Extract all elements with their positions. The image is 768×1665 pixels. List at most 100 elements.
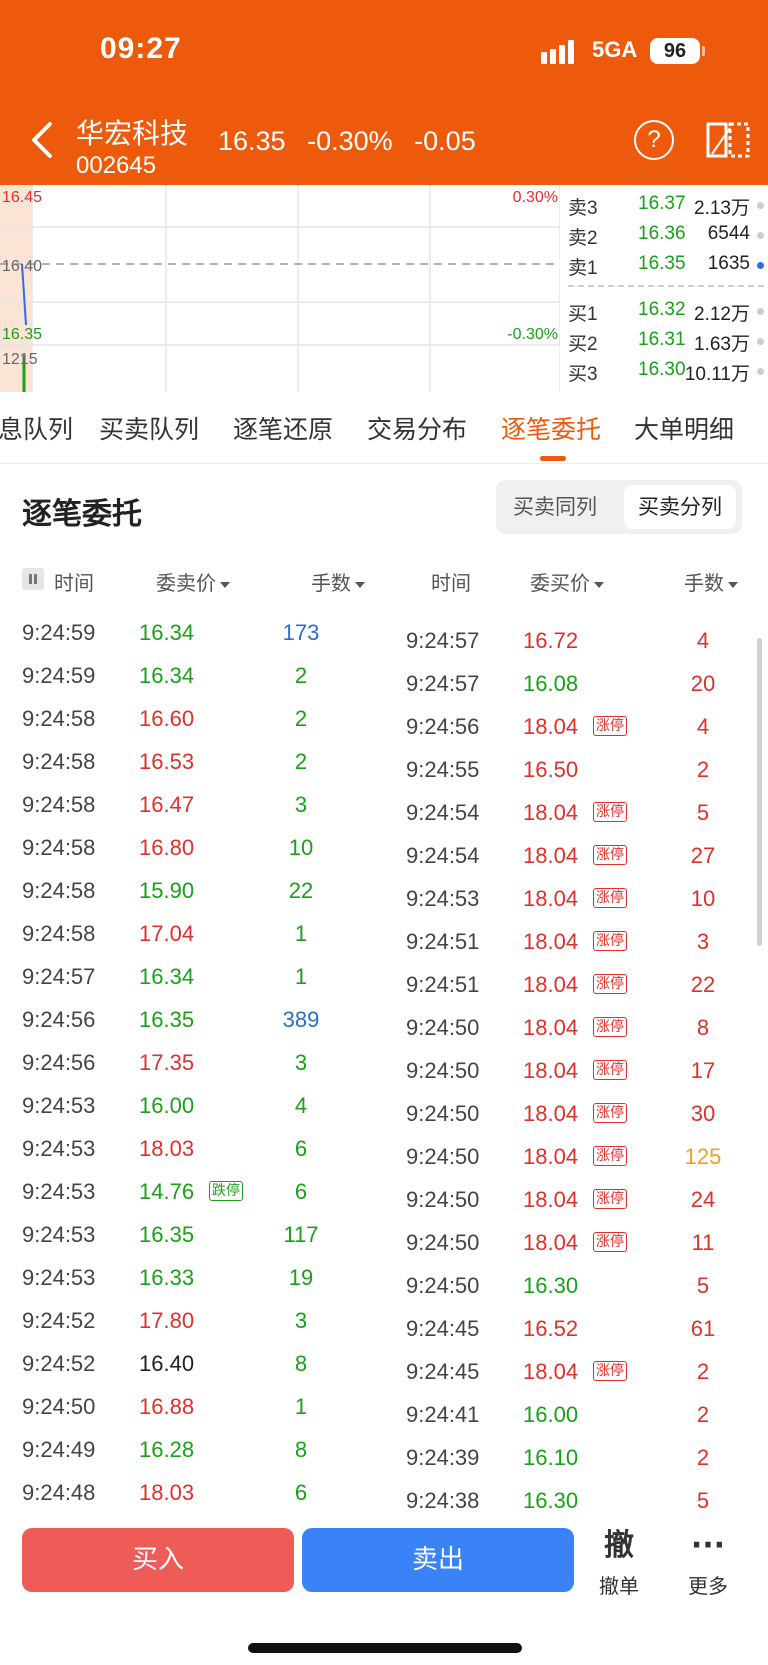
tab-trade-distribution[interactable]: 交易分布 [367, 410, 467, 446]
ask-price: 16.37 [638, 193, 686, 214]
tab-tick-orders[interactable]: 逐笔委托 [501, 410, 601, 446]
col-sell-qty[interactable]: 手数 [311, 567, 365, 596]
order-row: 9:24:56 17.35 3 [22, 1042, 362, 1082]
order-time: 9:24:53 [22, 1136, 96, 1161]
tab-tick-restore[interactable]: 逐笔还原 [233, 410, 333, 446]
col-buy-price[interactable]: 委买价 [530, 567, 604, 596]
bid-row-3[interactable]: 买3 16.30 10.11万 [568, 355, 764, 385]
chart-grid [0, 185, 560, 392]
order-time: 9:24:55 [406, 757, 480, 782]
limit-up-badge: 涨停 [593, 1361, 627, 1381]
tab-bid-ask-queue[interactable]: 买卖队列 [99, 410, 199, 446]
order-qty: 1 [294, 964, 308, 989]
order-qty: 1 [294, 921, 308, 946]
bid-row-2[interactable]: 买2 16.31 1.63万 [568, 325, 764, 355]
limit-up-badge: 涨停 [593, 1060, 627, 1080]
order-row: 9:24:50 18.04 涨停 24 [406, 1179, 746, 1219]
order-row: 9:24:58 15.90 22 [22, 870, 362, 910]
ask-row-3[interactable]: 卖3 16.37 2.13万 [568, 189, 764, 219]
order-qty: 2 [696, 1445, 710, 1470]
order-price: 18.04 [523, 714, 579, 739]
order-row: 9:24:54 18.04 涨停 5 [406, 792, 746, 832]
pause-icon[interactable] [22, 568, 44, 590]
order-time: 9:24:59 [22, 663, 96, 688]
back-arrow-icon[interactable] [24, 118, 64, 162]
limit-up-badge: 涨停 [593, 716, 627, 736]
order-row: 9:24:57 16.34 1 [22, 956, 362, 996]
order-row: 9:24:52 17.80 3 [22, 1300, 362, 1340]
ask-row-2[interactable]: 卖2 16.36 6544 [568, 219, 764, 249]
order-price: 18.03 [139, 1136, 195, 1161]
sort-caret-icon [594, 581, 604, 588]
order-qty: 1 [294, 1394, 308, 1419]
order-row: 9:24:50 16.30 5 [406, 1265, 746, 1305]
order-time: 9:24:53 [22, 1093, 96, 1118]
order-time: 9:24:53 [22, 1222, 96, 1247]
col-sell-time: 时间 [54, 571, 94, 595]
ask-dot [757, 232, 764, 239]
order-price: 16.34 [139, 663, 195, 688]
order-row: 9:24:50 18.04 涨停 125 [406, 1136, 746, 1176]
order-qty: 61 [690, 1316, 716, 1341]
order-qty: 5 [696, 1273, 710, 1298]
order-time: 9:24:53 [22, 1179, 96, 1204]
cancel-label: 撤单 [599, 1574, 639, 1598]
more-button[interactable]: ··· 更多 [673, 1526, 743, 1599]
col-sell-qty-label: 手数 [311, 571, 351, 595]
order-time: 9:24:54 [406, 843, 480, 868]
bid-dot [757, 338, 764, 345]
toggle-split-column[interactable]: 买卖分列 [624, 485, 736, 529]
section-title: 逐笔委托 [22, 497, 142, 532]
order-price: 16.35 [139, 1222, 195, 1247]
bid-row-1[interactable]: 买1 16.32 2.12万 [568, 295, 764, 325]
order-row: 9:24:50 16.88 1 [22, 1386, 362, 1426]
order-row: 9:24:53 16.33 19 [22, 1257, 362, 1297]
order-price: 16.30 [523, 1488, 579, 1513]
tab-large-orders[interactable]: 大单明细 [634, 410, 734, 446]
sell-button[interactable]: 卖出 [302, 1528, 574, 1592]
order-price: 16.00 [139, 1093, 195, 1118]
order-row: 9:24:59 16.34 173 [22, 612, 362, 652]
order-price: 16.50 [523, 757, 579, 782]
help-icon[interactable]: ? [634, 120, 674, 160]
order-time: 9:24:39 [406, 1445, 480, 1470]
order-qty: 4 [696, 714, 710, 739]
network-type: 5GA [592, 37, 638, 62]
scrollbar[interactable] [757, 638, 762, 946]
col-sell-price[interactable]: 委卖价 [156, 567, 230, 596]
order-qty: 117 [283, 1222, 319, 1247]
cancel-order-button[interactable]: 撤 撤单 [584, 1526, 654, 1599]
order-row: 9:24:41 16.00 2 [406, 1394, 746, 1434]
tab-info-queue[interactable]: 息队列 [0, 410, 73, 446]
order-price: 18.04 [523, 1359, 579, 1384]
order-time: 9:24:50 [22, 1394, 96, 1419]
order-qty: 8 [294, 1437, 308, 1462]
switch-layout-icon[interactable] [706, 120, 750, 160]
order-qty: 3 [294, 792, 308, 817]
order-row: 9:24:58 16.60 2 [22, 698, 362, 738]
limit-up-badge: 涨停 [593, 802, 627, 822]
intraday-chart: 16.45 16.40 16.35 1215 0.30% -0.30% [0, 185, 560, 392]
order-row: 9:24:53 16.00 4 [22, 1085, 362, 1125]
order-price: 18.04 [523, 929, 579, 954]
buy-button[interactable]: 买入 [22, 1528, 294, 1592]
ask-row-1[interactable]: 卖1 16.35 1635 [568, 249, 764, 279]
order-qty: 8 [294, 1351, 308, 1376]
order-row: 9:24:50 18.04 涨停 11 [406, 1222, 746, 1262]
limit-up-badge: 涨停 [593, 845, 627, 865]
order-time: 9:24:57 [406, 671, 480, 696]
order-time: 9:24:45 [406, 1316, 480, 1341]
bid-label: 买1 [568, 304, 598, 325]
order-qty: 6 [294, 1179, 308, 1204]
order-qty: 27 [690, 843, 716, 868]
order-time: 9:24:54 [406, 800, 480, 825]
ask-volume: 1635 [707, 253, 750, 274]
order-price: 18.04 [523, 800, 579, 825]
order-qty: 2 [696, 1402, 710, 1427]
col-buy-qty[interactable]: 手数 [684, 567, 738, 596]
order-qty: 125 [684, 1144, 722, 1169]
order-row: 9:24:48 18.03 6 [22, 1472, 362, 1512]
limit-up-badge: 涨停 [593, 1232, 627, 1252]
home-indicator [248, 1643, 522, 1653]
toggle-same-column[interactable]: 买卖同列 [502, 485, 608, 529]
